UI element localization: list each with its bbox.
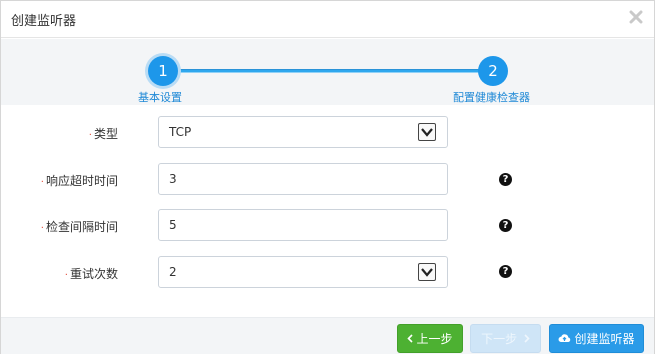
chevron-right-icon (524, 325, 530, 354)
chevron-down-icon[interactable] (418, 123, 436, 141)
type-select-value: TCP (169, 125, 192, 139)
required-mark: · (40, 177, 44, 188)
type-select[interactable]: TCP (158, 116, 448, 148)
timeout-input-value: 3 (169, 172, 177, 186)
create-listener-dialog: 创建监听器 1 2 基本设置 配置健康检查器 · 类型 TCP · 响应超时时间 3… (0, 0, 655, 354)
chevron-down-icon[interactable] (418, 263, 436, 281)
step-2-label: 配置健康检查器 (453, 91, 530, 104)
timeout-label: · 响应超时时间 (40, 174, 118, 188)
retries-label: · 重试次数 (64, 267, 118, 281)
dialog-title: 创建监听器 (11, 14, 77, 29)
required-mark: · (88, 130, 92, 141)
required-mark: · (64, 270, 68, 281)
step-1-indicator: 1 (148, 56, 178, 86)
required-mark: · (40, 223, 44, 234)
retries-select[interactable]: 2 (158, 256, 448, 288)
step-progress-line (177, 69, 479, 73)
interval-input[interactable]: 5 (158, 209, 448, 241)
prev-step-button[interactable]: 上一步 (397, 324, 463, 353)
retries-select-value: 2 (169, 265, 177, 279)
wizard-steps: 1 2 基本设置 配置健康检查器 (1, 39, 654, 105)
close-icon[interactable] (628, 9, 644, 25)
step-1-label: 基本设置 (138, 91, 182, 104)
step-2-indicator: 2 (478, 56, 508, 86)
retries-help-icon[interactable]: ? (499, 265, 512, 278)
dialog-header: 创建监听器 (1, 1, 654, 38)
dialog-footer: 上一步 下一步 创建监听器 (1, 317, 654, 354)
next-step-button[interactable]: 下一步 (470, 324, 541, 353)
type-label: · 类型 (88, 127, 118, 141)
interval-help-icon[interactable]: ? (499, 219, 512, 232)
timeout-help-icon[interactable]: ? (499, 173, 512, 186)
create-listener-button[interactable]: 创建监听器 (549, 324, 644, 353)
cloud-upload-icon (558, 325, 571, 354)
interval-input-value: 5 (169, 218, 177, 232)
timeout-input[interactable]: 3 (158, 163, 448, 195)
chevron-left-icon (407, 325, 414, 354)
interval-label: · 检查间隔时间 (40, 220, 118, 234)
